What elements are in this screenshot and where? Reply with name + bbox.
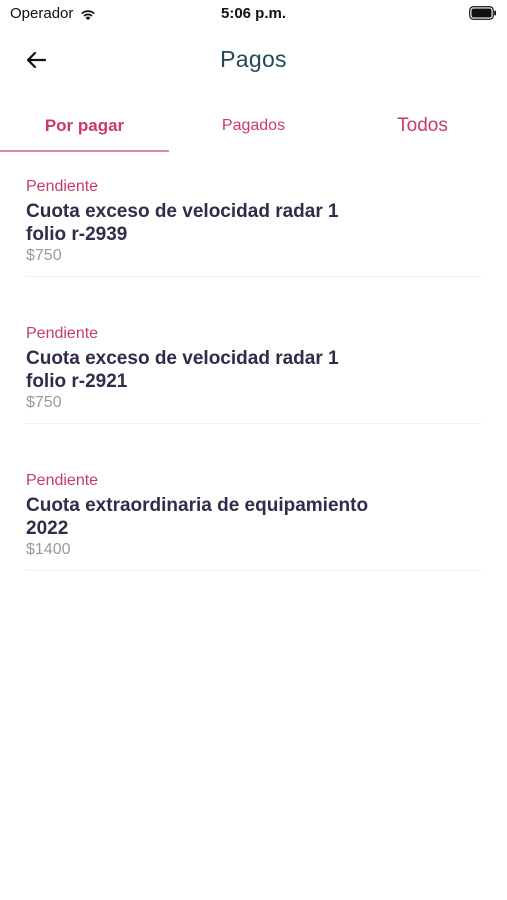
battery-icon	[469, 6, 496, 20]
item-status: Pendiente	[26, 472, 99, 489]
list-item[interactable]: Pendiente Cuota exceso de velocidad rada…	[26, 315, 482, 424]
payments-list: Pendiente Cuota exceso de velocidad rada…	[0, 168, 507, 609]
tab-pagados[interactable]: Pagados	[169, 100, 338, 152]
item-amount: $1400	[26, 541, 71, 558]
status-bar: Operador 5:06 p.m.	[0, 0, 507, 28]
item-amount: $750	[26, 394, 62, 411]
list-item[interactable]: Pendiente Cuota exceso de velocidad rada…	[26, 168, 482, 277]
tab-todos[interactable]: Todos	[338, 100, 507, 152]
item-title: Cuota extraordinaria de equipamiento 202…	[26, 495, 369, 539]
item-status: Pendiente	[26, 325, 99, 342]
item-title: Cuota exceso de velocidad radar 1 folio …	[26, 201, 339, 245]
active-tab-indicator	[0, 150, 169, 152]
nav-bar: Pagos	[0, 28, 507, 92]
tab-bar: Por pagar Pagados Todos	[0, 100, 507, 154]
item-status: Pendiente	[26, 178, 99, 195]
page-title: Pagos	[220, 46, 287, 72]
item-amount: $750	[26, 247, 62, 264]
tab-por-pagar[interactable]: Por pagar	[0, 100, 169, 152]
item-title: Cuota exceso de velocidad radar 1 folio …	[26, 348, 339, 392]
clock: 5:06 p.m.	[220, 5, 287, 22]
payments-screen: Operador 5:06 p.m. Pagos Por pagar Pagad…	[0, 0, 507, 900]
list-item[interactable]: Pendiente Cuota extraordinaria de equipa…	[26, 462, 482, 571]
